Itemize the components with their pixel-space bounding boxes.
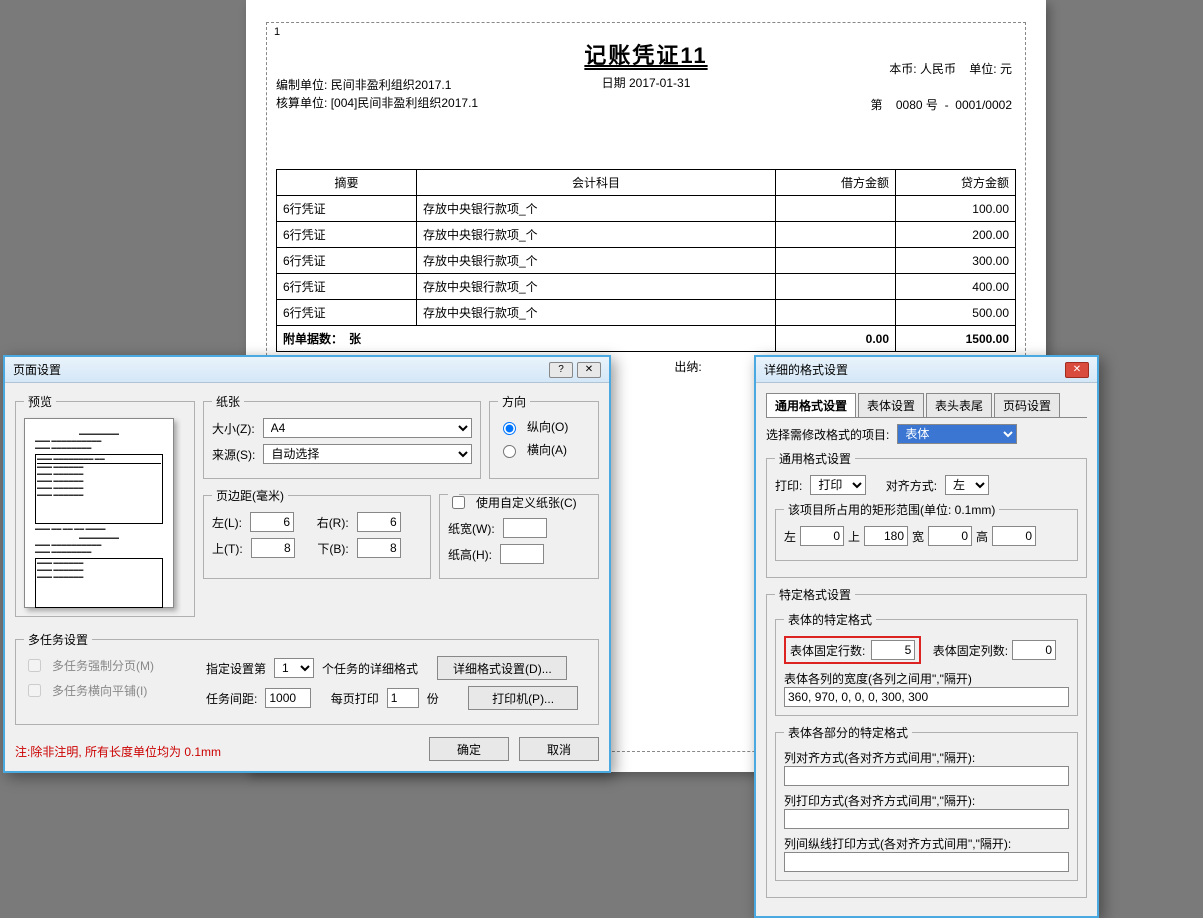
tab-bar: 通用格式设置 表体设置 表头表尾 页码设置 [766, 393, 1087, 418]
tab-general[interactable]: 通用格式设置 [766, 393, 856, 417]
paper-source-select[interactable]: 自动选择 [263, 444, 472, 464]
specific-sub: 表体的特定格式 [784, 611, 876, 628]
detail-titlebar[interactable]: 详细的格式设置 ✕ [756, 357, 1097, 383]
paper-width-input[interactable] [503, 518, 547, 538]
table-row: 6行凭证存放中央银行款项_个400.00 [277, 274, 1016, 300]
page-corner-num: 1 [274, 26, 280, 38]
detail-format-button[interactable]: 详细格式设置(D)... [437, 656, 567, 680]
col-credit: 贷方金额 [896, 170, 1016, 196]
custom-paper-checkbox[interactable] [452, 496, 465, 509]
table-row: 6行凭证存放中央银行款项_个300.00 [277, 248, 1016, 274]
per-page-input[interactable] [387, 688, 419, 708]
page-preview: ▬▬▬▬▬▬▬▬ ▬▬▬ ▬▬▬▬▬▬▬▬▬▬ ▬▬▬ ▬▬▬▬▬▬▬▬ ▬▬▬… [24, 418, 174, 608]
general-legend: 通用格式设置 [775, 450, 855, 467]
help-button[interactable]: ? [549, 362, 573, 378]
tab-pagenum[interactable]: 页码设置 [994, 393, 1060, 417]
length-unit-note: 注:除非注明, 所有长度单位均为 0.1mm [15, 743, 429, 760]
orient-legend: 方向 [498, 393, 530, 410]
horiz-tile-checkbox[interactable] [28, 684, 41, 697]
margin-bottom-input[interactable] [357, 538, 401, 558]
voucher-head-right: 本币: 人民币 单位: 元 第 0080 号 - 0001/0002 [871, 60, 1013, 114]
paper-legend: 纸张 [212, 393, 244, 410]
page-setup-dialog: 页面设置 ? ✕ 预览 ▬▬▬▬▬▬▬▬ ▬▬▬ ▬▬▬▬▬▬▬▬▬▬ ▬▬▬ … [3, 355, 611, 773]
print-select[interactable]: 打印 [810, 475, 866, 495]
portrait-radio[interactable] [503, 422, 516, 435]
ok-button[interactable]: 确定 [429, 737, 509, 761]
col-print-label: 列打印方式(各对齐方式间用","隔开): [784, 792, 1069, 809]
rect-width-input[interactable] [928, 526, 972, 546]
tab-body[interactable]: 表体设置 [858, 393, 924, 417]
total-debit: 0.00 [776, 326, 896, 352]
gap-input[interactable] [265, 688, 311, 708]
rect-top-input[interactable] [864, 526, 908, 546]
col-vline-input[interactable] [784, 852, 1069, 872]
voucher-table: 摘要 会计科目 借方金额 贷方金额 6行凭证存放中央银行款项_个100.006行… [276, 169, 1016, 352]
voucher-head-left: 编制单位: 民间非盈利组织2017.1 核算单位: [004]民间非盈利组织20… [276, 76, 478, 112]
landscape-radio[interactable] [503, 445, 516, 458]
total-credit: 1500.00 [896, 326, 1016, 352]
col-subject: 会计科目 [417, 170, 776, 196]
specific-legend: 特定格式设置 [775, 586, 855, 603]
table-row: 6行凭证存放中央银行款项_个200.00 [277, 222, 1016, 248]
parts-legend: 表体各部分的特定格式 [784, 724, 912, 741]
printer-button[interactable]: 打印机(P)... [468, 686, 578, 710]
dialog-titlebar[interactable]: 页面设置 ? ✕ [5, 357, 609, 383]
fixed-rows-highlight: 表体固定行数: [784, 636, 921, 664]
paper-height-input[interactable] [500, 544, 544, 564]
preview-legend: 预览 [24, 393, 56, 410]
spec-task-select[interactable]: 1 [274, 658, 314, 678]
margin-top-input[interactable] [251, 538, 295, 558]
rect-legend: 该项目所占用的矩形范围(单位: 0.1mm) [784, 501, 999, 518]
col-align-input[interactable] [784, 766, 1069, 786]
tab-headfoot[interactable]: 表头表尾 [926, 393, 992, 417]
total-label: 附单据数： 张 [277, 326, 776, 352]
col-align-label: 列对齐方式(各对齐方式间用","隔开): [784, 749, 1069, 766]
cancel-button[interactable]: 取消 [519, 737, 599, 761]
col-debit: 借方金额 [776, 170, 896, 196]
size-label: 大小(Z): [212, 420, 255, 437]
close-button[interactable]: ✕ [577, 362, 601, 378]
table-row: 6行凭证存放中央银行款项_个500.00 [277, 300, 1016, 326]
margin-left-input[interactable] [250, 512, 294, 532]
rect-height-input[interactable] [992, 526, 1036, 546]
multitask-legend: 多任务设置 [24, 631, 92, 648]
detail-title: 详细的格式设置 [764, 361, 848, 378]
page-setup-title: 页面设置 [13, 361, 61, 378]
align-select[interactable]: 左 [945, 475, 989, 495]
force-page-checkbox[interactable] [28, 659, 41, 672]
select-item-label: 选择需修改格式的项目: [766, 426, 889, 443]
detail-format-dialog: 详细的格式设置 ✕ 通用格式设置 表体设置 表头表尾 页码设置 选择需修改格式的… [754, 355, 1099, 918]
margin-right-input[interactable] [357, 512, 401, 532]
fixed-cols-input[interactable] [1012, 640, 1056, 660]
paper-size-select[interactable]: A4 [263, 418, 472, 438]
col-width-input[interactable] [784, 687, 1069, 707]
select-item-dropdown[interactable]: 表体 [897, 424, 1017, 444]
close-button[interactable]: ✕ [1065, 362, 1089, 378]
rect-left-input[interactable] [800, 526, 844, 546]
source-label: 来源(S): [212, 446, 255, 463]
table-row: 6行凭证存放中央银行款项_个100.00 [277, 196, 1016, 222]
margin-legend: 页边距(毫米) [212, 487, 288, 504]
col-width-label: 表体各列的宽度(各列之间用","隔开) [784, 670, 1069, 687]
col-summary: 摘要 [277, 170, 417, 196]
col-print-input[interactable] [784, 809, 1069, 829]
fixed-rows-input[interactable] [871, 640, 915, 660]
col-vline-label: 列间纵线打印方式(各对齐方式间用","隔开): [784, 835, 1069, 852]
